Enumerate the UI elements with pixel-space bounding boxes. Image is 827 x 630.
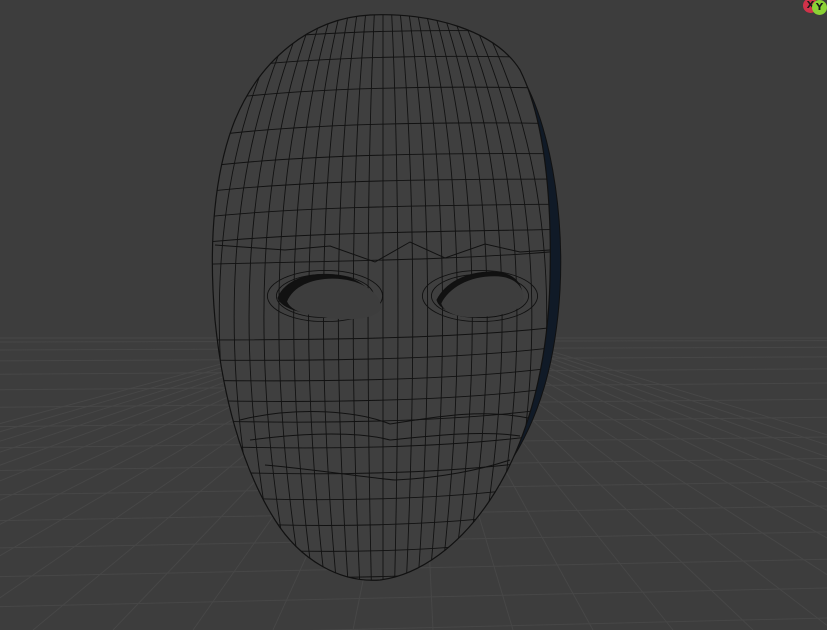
- grid-line: [0, 587, 827, 608]
- face-mask-mesh[interactable]: [180, 5, 580, 600]
- grid-line: [310, 617, 827, 630]
- axis-gizmo[interactable]: X Y: [787, 0, 827, 24]
- 3d-viewport[interactable]: X Y: [0, 0, 827, 630]
- y-axis-icon[interactable]: Y: [812, 0, 827, 15]
- viewport-scene: [0, 5, 827, 630]
